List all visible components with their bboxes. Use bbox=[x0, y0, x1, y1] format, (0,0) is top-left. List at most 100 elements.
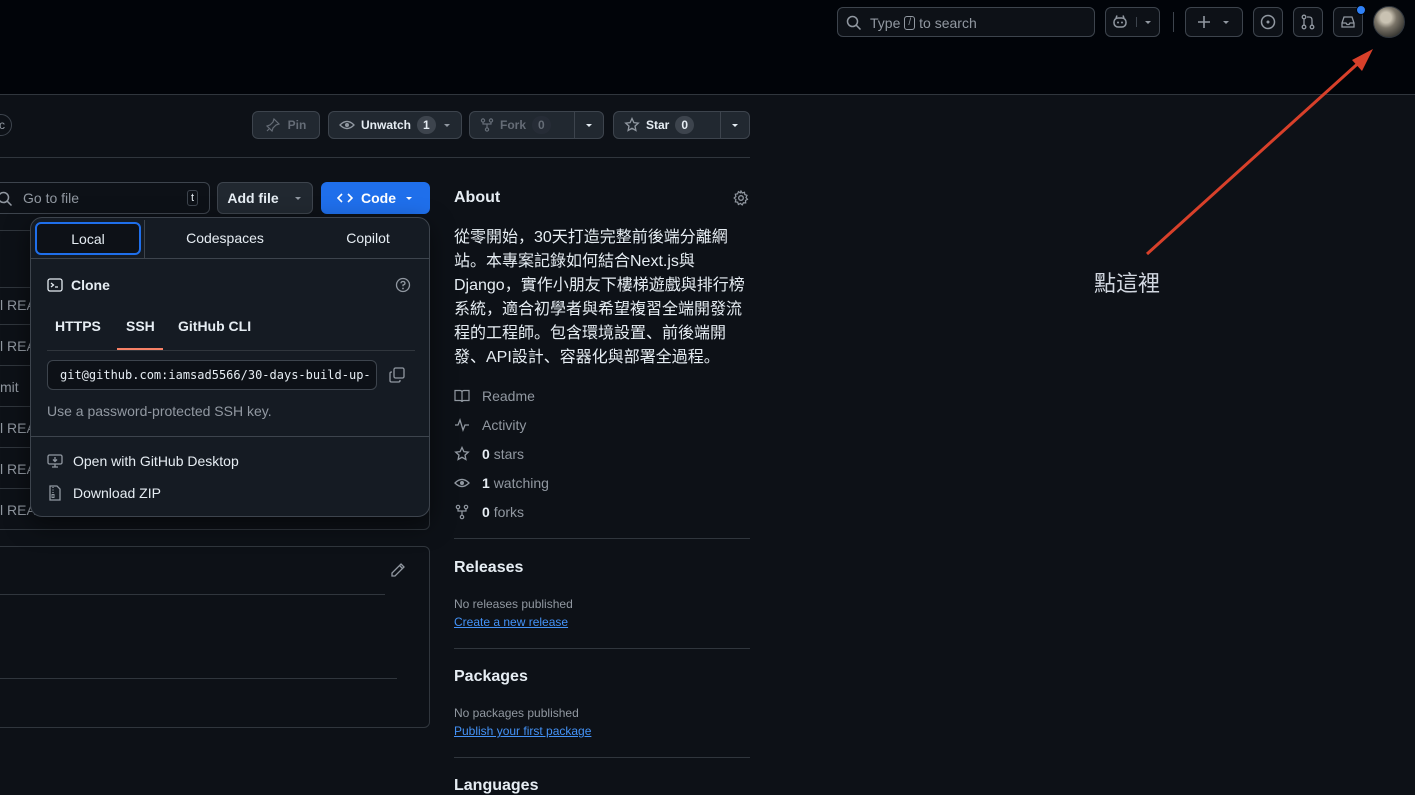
fork-count: 0 bbox=[532, 116, 551, 134]
download-zip-label: Download ZIP bbox=[73, 485, 161, 501]
chevron-down-icon bbox=[404, 193, 414, 203]
stars-link[interactable]: 0 stars bbox=[454, 446, 524, 462]
open-with-desktop-label: Open with GitHub Desktop bbox=[73, 453, 239, 469]
no-releases-text: No releases published bbox=[454, 597, 573, 611]
unwatch-button[interactable]: Unwatch 1 bbox=[328, 111, 462, 139]
packages-title[interactable]: Packages bbox=[454, 668, 528, 686]
search-input[interactable]: Type / to search bbox=[837, 7, 1095, 37]
chevron-down-icon[interactable] bbox=[435, 112, 459, 138]
desktop-download-icon bbox=[47, 453, 63, 469]
releases-title[interactable]: Releases bbox=[454, 559, 523, 577]
search-prefix: Type bbox=[870, 15, 901, 31]
gear-icon[interactable] bbox=[733, 190, 749, 206]
star-icon bbox=[454, 446, 470, 462]
eye-icon bbox=[339, 117, 355, 133]
row-divider bbox=[0, 488, 30, 489]
fork-button[interactable]: Fork 0 bbox=[469, 111, 604, 139]
pin-icon bbox=[265, 118, 280, 132]
pulse-icon bbox=[454, 417, 470, 433]
chevron-down-icon[interactable] bbox=[720, 112, 749, 138]
clone-url-field[interactable]: git@github.com:iamsad5566/30-days-build-… bbox=[47, 360, 377, 390]
git-pull-request-icon bbox=[1300, 14, 1316, 30]
notification-indicator bbox=[1356, 5, 1366, 15]
visibility-badge: c bbox=[0, 114, 12, 136]
chevron-down-icon bbox=[293, 193, 303, 203]
row-divider bbox=[0, 365, 30, 366]
open-with-desktop-item[interactable]: Open with GitHub Desktop bbox=[47, 453, 239, 469]
terminal-icon bbox=[47, 277, 63, 293]
pin-label: Pin bbox=[287, 118, 307, 132]
create-new-button[interactable] bbox=[1185, 7, 1243, 37]
clone-title: Clone bbox=[71, 277, 110, 293]
stars-label: stars bbox=[493, 446, 525, 462]
readme-panel bbox=[0, 546, 430, 728]
readme-divider bbox=[0, 678, 397, 679]
unwatch-label: Unwatch bbox=[361, 118, 412, 132]
activity-link[interactable]: Activity bbox=[454, 417, 526, 433]
tab-copilot[interactable]: Copilot bbox=[307, 218, 429, 258]
create-release-link[interactable]: Create a new release bbox=[454, 615, 568, 629]
sidebar-divider bbox=[454, 538, 750, 539]
tab-codespaces[interactable]: Codespaces bbox=[145, 218, 305, 258]
publish-package-link[interactable]: Publish your first package bbox=[454, 724, 591, 738]
dropdown-divider bbox=[31, 436, 429, 437]
row-divider bbox=[0, 287, 30, 288]
go-to-file-placeholder: Go to file bbox=[23, 190, 80, 206]
code-dropdown-tabs: Local Codespaces Copilot bbox=[31, 218, 429, 259]
go-to-file-input[interactable]: Go to file t bbox=[0, 182, 210, 214]
annotation-arrow bbox=[1145, 49, 1373, 256]
book-icon bbox=[454, 388, 470, 404]
copy-icon[interactable] bbox=[389, 367, 405, 383]
pin-button[interactable]: Pin bbox=[252, 111, 320, 139]
chevron-down-icon[interactable] bbox=[574, 112, 603, 138]
star-count: 0 bbox=[675, 116, 695, 134]
languages-title: Languages bbox=[454, 777, 539, 794]
add-file-button[interactable]: Add file bbox=[217, 182, 313, 214]
chevron-down-icon bbox=[1136, 17, 1153, 27]
code-dropdown: Local Codespaces Copilot Clone HTTPS SSH… bbox=[30, 217, 430, 517]
tab-local[interactable]: Local bbox=[35, 222, 141, 255]
repo-forked-icon bbox=[480, 118, 494, 132]
file-zip-icon bbox=[47, 485, 63, 501]
row-divider bbox=[0, 406, 30, 407]
sidebar-divider bbox=[454, 757, 750, 758]
code-label: Code bbox=[361, 190, 396, 206]
file-row-commit[interactable]: mit bbox=[0, 379, 19, 395]
question-icon[interactable] bbox=[395, 277, 411, 293]
protocol-tab-ssh[interactable]: SSH bbox=[126, 318, 155, 334]
watch-count: 1 bbox=[417, 116, 436, 134]
header-divider bbox=[1173, 12, 1174, 32]
search-icon bbox=[0, 191, 13, 207]
watching-label: watching bbox=[493, 475, 549, 491]
pull-requests-button[interactable] bbox=[1293, 7, 1323, 37]
copilot-button[interactable] bbox=[1105, 7, 1160, 37]
ssh-hint: Use a password-protected SSH key. bbox=[47, 403, 272, 419]
stars-count: 0 bbox=[482, 446, 490, 462]
annotation-text: 點這裡 bbox=[1094, 272, 1161, 297]
copilot-icon bbox=[1112, 14, 1128, 30]
watching-link[interactable]: 1 watching bbox=[454, 475, 549, 491]
user-avatar-button[interactable] bbox=[1373, 6, 1405, 38]
inbox-icon bbox=[1340, 14, 1356, 30]
pencil-icon[interactable] bbox=[390, 562, 406, 578]
readme-header-divider bbox=[0, 594, 385, 595]
code-button[interactable]: Code bbox=[321, 182, 430, 214]
about-title: About bbox=[454, 189, 501, 206]
forks-count: 0 bbox=[482, 504, 490, 520]
code-icon bbox=[337, 190, 353, 206]
forks-link[interactable]: 0 forks bbox=[454, 504, 524, 520]
issues-button[interactable] bbox=[1253, 7, 1283, 37]
readme-link[interactable]: Readme bbox=[454, 388, 535, 404]
search-icon bbox=[846, 15, 862, 31]
download-zip-item[interactable]: Download ZIP bbox=[47, 485, 161, 501]
activity-label: Activity bbox=[482, 417, 527, 433]
search-shortcut-key: / bbox=[904, 16, 916, 30]
repo-forked-icon bbox=[454, 504, 470, 520]
star-button[interactable]: Star 0 bbox=[613, 111, 750, 139]
fork-label: Fork bbox=[500, 118, 527, 132]
protocol-tab-github-cli[interactable]: GitHub CLI bbox=[178, 318, 251, 334]
protocol-tab-https[interactable]: HTTPS bbox=[55, 318, 101, 334]
protocol-divider bbox=[47, 350, 415, 351]
search-placeholder: to search bbox=[919, 15, 977, 31]
star-label: Star bbox=[646, 118, 670, 132]
